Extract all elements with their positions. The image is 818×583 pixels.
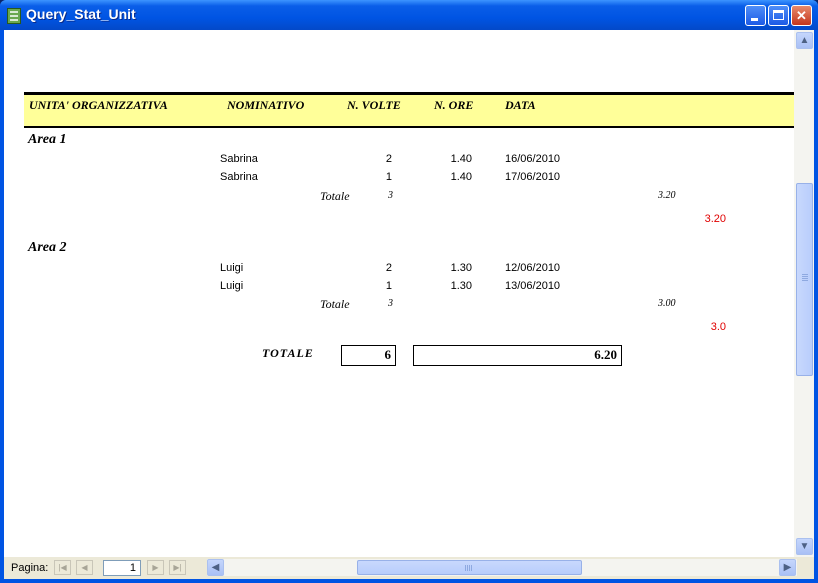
report-viewer: UNITA' ORGANIZZATIVA NOMINATIVO N. VOLTE…	[4, 30, 814, 579]
row-hours: 1.40	[450, 153, 472, 165]
maximize-icon	[773, 10, 784, 20]
next-page-icon: ▶	[152, 563, 159, 572]
row-hours: 1.30	[450, 262, 472, 274]
record-navigation-bar: Pagina: |◀ ◀ 1 ▶ ▶| ◀ ▶	[4, 557, 814, 579]
group-area-label: Area 2	[28, 240, 67, 255]
scroll-up-button[interactable]: ▲	[796, 32, 813, 49]
last-page-button[interactable]: ▶|	[169, 560, 186, 575]
scroll-right-button[interactable]: ▶	[779, 559, 796, 576]
first-page-button[interactable]: |◀	[54, 560, 71, 575]
row-hours: 1.30	[450, 280, 472, 292]
chevron-right-icon: ▶	[783, 562, 792, 573]
last-page-icon: ▶|	[173, 563, 182, 572]
row-date: 13/06/2010	[505, 280, 561, 292]
row-count: 2	[385, 153, 392, 165]
report-icon	[7, 8, 21, 24]
column-header-date: DATA	[505, 98, 536, 112]
group-total-hours: 3.20	[658, 190, 676, 201]
previous-page-icon: ◀	[81, 563, 88, 572]
grand-total-label: TOTALE	[262, 346, 314, 360]
close-button[interactable]: ✕	[791, 5, 812, 26]
row-date: 12/06/2010	[505, 262, 561, 274]
minimize-button[interactable]	[745, 5, 766, 26]
row-name: Sabrina	[220, 171, 258, 183]
chevron-down-icon: ▼	[799, 541, 810, 552]
group-total-count: 3	[388, 298, 393, 309]
scroll-down-button[interactable]: ▼	[796, 538, 813, 555]
row-name: Sabrina	[220, 153, 258, 165]
row-name: Luigi	[220, 280, 244, 292]
report-page: UNITA' ORGANIZZATIVA NOMINATIVO N. VOLTE…	[4, 30, 794, 557]
first-page-icon: |◀	[58, 563, 67, 572]
row-date: 17/06/2010	[505, 171, 561, 183]
vertical-scrollbar[interactable]: ▲ ▼	[794, 30, 814, 557]
group-total-label: Totale	[320, 297, 350, 311]
row-date: 16/06/2010	[505, 153, 561, 165]
column-header-hours: N. ORE	[434, 98, 474, 112]
previous-page-button[interactable]: ◀	[76, 560, 93, 575]
grand-total-count: 6	[341, 345, 396, 366]
row-count: 1	[385, 171, 392, 183]
group-total-count: 3	[388, 190, 393, 201]
app-window: Query_Stat_Unit ✕ UNITA' ORGANIZZATIVA N…	[0, 0, 818, 583]
next-page-button[interactable]: ▶	[147, 560, 164, 575]
column-header-count: N. VOLTE	[347, 98, 401, 112]
close-icon: ✕	[796, 8, 807, 23]
minimize-icon	[751, 18, 758, 21]
group-area-label: Area 1	[28, 132, 67, 147]
group-total-hours: 3.00	[658, 298, 676, 309]
chevron-left-icon: ◀	[211, 562, 220, 573]
vertical-scroll-thumb[interactable]	[796, 183, 813, 376]
row-count: 2	[385, 262, 392, 274]
group-total-red: 3.0	[710, 321, 726, 333]
row-count: 1	[385, 280, 392, 292]
chevron-up-icon: ▲	[799, 35, 810, 46]
page-number-input[interactable]: 1	[103, 560, 141, 576]
scroll-left-button[interactable]: ◀	[207, 559, 224, 576]
title-bar[interactable]: Query_Stat_Unit ✕	[0, 0, 818, 30]
row-hours: 1.40	[450, 171, 472, 183]
column-header-unit: UNITA' ORGANIZZATIVA	[29, 98, 168, 112]
grip-icon	[802, 274, 808, 275]
maximize-button[interactable]	[768, 5, 789, 26]
row-name: Luigi	[220, 262, 244, 274]
window-title: Query_Stat_Unit	[26, 6, 136, 22]
group-total-label: Totale	[320, 189, 350, 203]
page-label: Pagina:	[11, 562, 49, 574]
horizontal-scrollbar[interactable]: ◀ ▶	[207, 559, 797, 576]
grand-total-hours: 6.20	[413, 345, 622, 366]
grip-icon	[465, 565, 466, 571]
column-header-name: NOMINATIVO	[227, 98, 305, 112]
horizontal-scroll-thumb[interactable]	[357, 560, 582, 575]
group-total-red: 3.20	[704, 213, 726, 225]
